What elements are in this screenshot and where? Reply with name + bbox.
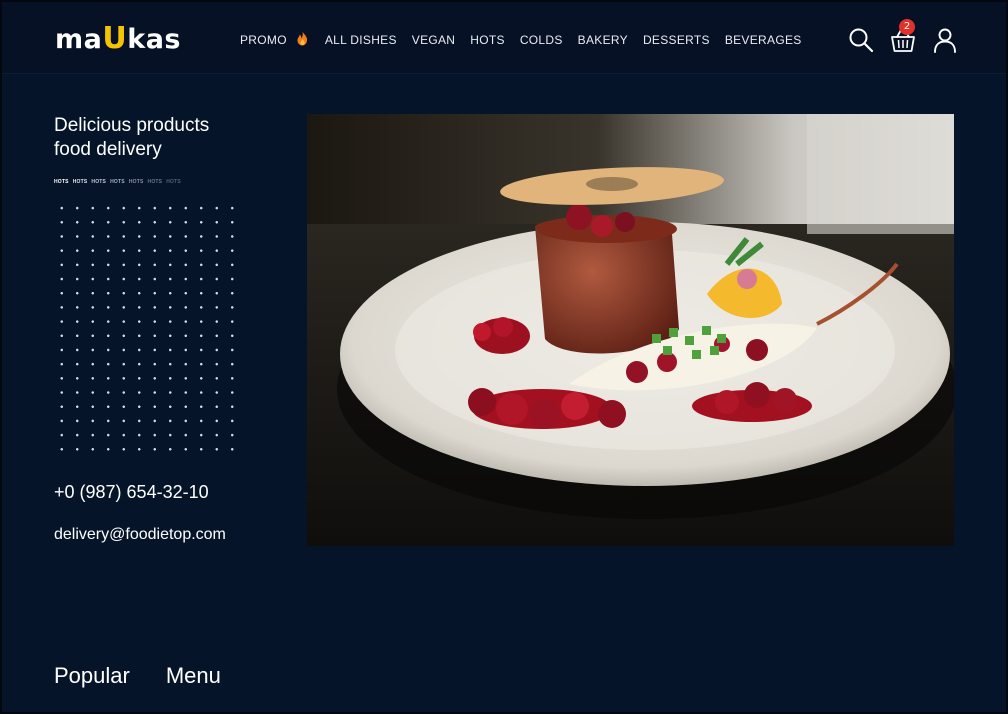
contact-email[interactable]: delivery@foodietop.com xyxy=(54,526,226,544)
nav-item-desserts[interactable]: DESSERTS xyxy=(643,33,710,47)
user-icon xyxy=(934,28,956,53)
logo[interactable]: ma Ukas xyxy=(55,21,181,56)
nav-item-bakery[interactable]: BAKERY xyxy=(578,33,628,47)
header-actions: 2 xyxy=(848,19,958,54)
search-button[interactable] xyxy=(848,26,874,54)
nav-item-promo[interactable]: PROMO xyxy=(240,31,309,48)
tag[interactable]: HOTS xyxy=(148,179,163,185)
tag[interactable]: HOTS xyxy=(54,179,69,185)
logo-prefix: ma xyxy=(55,24,103,55)
account-button[interactable] xyxy=(932,26,958,54)
tag[interactable]: HOTS xyxy=(91,179,106,185)
logo-suffix: kas xyxy=(127,24,181,55)
hero-dish-image xyxy=(307,114,954,546)
hero-title-line-1: Delicious products xyxy=(54,115,210,136)
category-tags: HOTS HOTS HOTS HOTS HOTS HOTS HOTS xyxy=(54,179,181,185)
logo-accent-letter: U xyxy=(102,21,128,56)
site-header: ma Ukas PROMO ALL DISHES VEGAN HOTS COLDS… xyxy=(2,2,1006,74)
hero-title-line-2: food delivery xyxy=(54,139,162,160)
tag[interactable]: HOTS xyxy=(73,179,88,185)
nav-item-beverages[interactable]: BEVERAGES xyxy=(725,33,802,47)
tag[interactable]: HOTS xyxy=(129,179,144,185)
popular-link[interactable]: Popular xyxy=(54,663,130,689)
nav-item-label: PROMO xyxy=(240,32,287,47)
nav-item-vegan[interactable]: VEGAN xyxy=(412,33,456,47)
nav-item-hots[interactable]: HOTS xyxy=(470,33,505,47)
contact-phone[interactable]: +0 (987) 654-32-10 xyxy=(54,482,209,503)
cart-count-badge: 2 xyxy=(899,19,915,35)
bottom-nav: Popular Menu xyxy=(54,663,221,689)
nav-item-colds[interactable]: COLDS xyxy=(520,33,563,47)
tag[interactable]: HOTS xyxy=(110,179,125,185)
hero-title: Delicious products food delivery xyxy=(54,114,274,162)
menu-link[interactable]: Menu xyxy=(166,663,221,689)
decorative-dot-grid xyxy=(54,201,244,459)
nav-item-all-dishes[interactable]: ALL DISHES xyxy=(325,33,397,47)
fire-icon xyxy=(296,31,309,48)
main-nav: PROMO ALL DISHES VEGAN HOTS COLDS BAKERY… xyxy=(240,31,817,48)
tag[interactable]: HOTS xyxy=(166,179,181,185)
cart-button[interactable]: 2 xyxy=(890,19,916,54)
search-icon xyxy=(849,28,874,53)
